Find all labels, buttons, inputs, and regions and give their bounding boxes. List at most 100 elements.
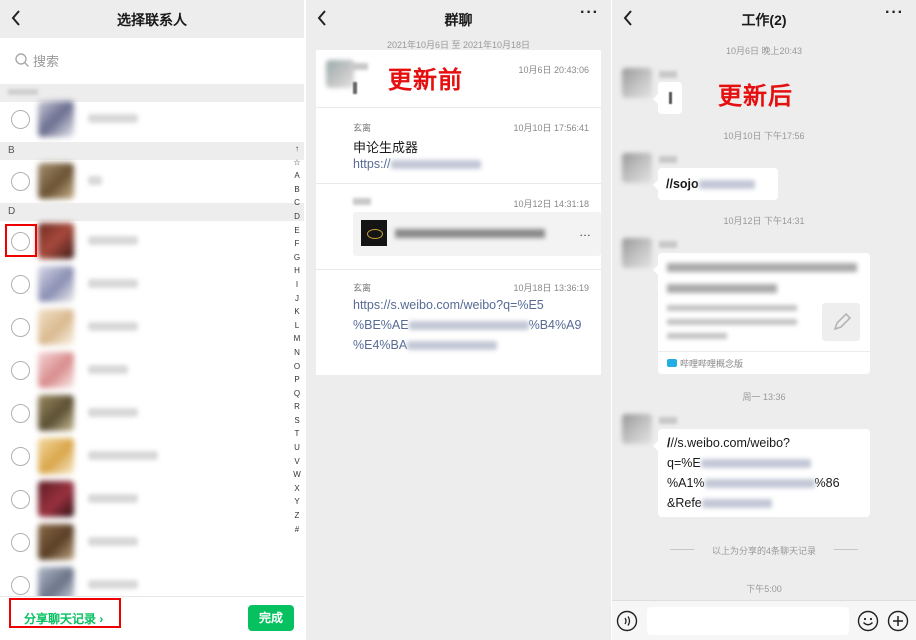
avatar [622, 238, 652, 268]
chat-record-header: 群聊 ··· [306, 0, 611, 38]
index-letter[interactable]: K [290, 305, 304, 319]
message-bubble[interactable]: //sojo [653, 168, 778, 200]
avatar [38, 266, 74, 302]
select-radio[interactable] [11, 318, 30, 337]
contact-name [88, 322, 138, 331]
select-radio[interactable] [11, 490, 30, 509]
message-bubble[interactable]: ///s.weibo.com/weibo? q=%E %A1% %86 &Refe [653, 429, 870, 517]
index-letter[interactable]: ↑ [290, 142, 304, 156]
page-title: 选择联系人 [117, 12, 187, 28]
chat-record-item: 玄离 10月10日 17:56:41 申论生成器 https:// [316, 108, 601, 184]
index-letter[interactable]: # [290, 523, 304, 537]
record-time: 10月10日 17:56:41 [513, 123, 589, 133]
index-letter[interactable]: Q [290, 387, 304, 401]
bilibili-icon [667, 359, 677, 367]
more-icon[interactable]: ··· [580, 4, 599, 22]
select-radio[interactable] [11, 110, 30, 129]
card-source: 哔哩哔哩概念版 [680, 359, 744, 369]
index-letter[interactable]: E [290, 224, 304, 238]
index-letter[interactable]: Z [290, 509, 304, 523]
avatar [38, 309, 74, 345]
list-item[interactable] [0, 263, 304, 306]
avatar [38, 524, 74, 560]
record-link[interactable]: https://s.weibo.com/weibo?q=%E5 %BE%AE %B… [353, 295, 593, 355]
select-radio[interactable] [11, 533, 30, 552]
voice-icon[interactable] [616, 610, 638, 632]
index-letter[interactable]: R [290, 400, 304, 414]
index-letter[interactable]: G [290, 251, 304, 265]
highlight-box [9, 598, 121, 628]
link-card[interactable]: … [353, 212, 601, 256]
index-letter[interactable]: X [290, 482, 304, 496]
index-letter[interactable]: F [290, 237, 304, 251]
more-icon[interactable]: ··· [885, 4, 904, 22]
index-letter[interactable]: B [290, 183, 304, 197]
list-item[interactable] [0, 521, 304, 564]
annotation-label: 更新前 [388, 67, 463, 94]
select-radio[interactable] [11, 447, 30, 466]
list-item[interactable] [0, 435, 304, 478]
contact-name [88, 537, 138, 546]
message-input[interactable] [647, 607, 849, 635]
index-letter[interactable]: A [290, 169, 304, 183]
select-radio[interactable] [11, 404, 30, 423]
chat-panel-after: 工作(2) ··· 10月6日 晚上20:43 更新后 10月10日 下午17:… [612, 0, 916, 640]
emoji-icon[interactable] [857, 610, 879, 632]
index-letter[interactable]: T [290, 427, 304, 441]
contact-name [88, 114, 138, 123]
chat-record-item: 玄离 10月18日 13:36:19 https://s.weibo.com/w… [316, 270, 601, 375]
alphabet-index[interactable]: ↑ ☆ A B C D E F G H I J K L M N O P Q R … [290, 142, 304, 536]
contact-name [88, 279, 138, 288]
select-radio[interactable] [11, 361, 30, 380]
highlight-box [5, 224, 37, 257]
avatar [38, 481, 74, 517]
list-item[interactable] [0, 98, 304, 141]
record-time: 10月6日 20:43:06 [518, 65, 589, 75]
select-radio[interactable] [11, 172, 30, 191]
index-letter[interactable]: J [290, 292, 304, 306]
index-letter[interactable]: L [290, 319, 304, 333]
avatar [38, 395, 74, 431]
index-letter[interactable]: W [290, 468, 304, 482]
contact-picker-header: 选择联系人 [0, 0, 304, 38]
list-item[interactable] [0, 349, 304, 392]
contact-name [88, 494, 138, 503]
sender-name [659, 417, 677, 424]
contact-name [88, 176, 102, 185]
record-link[interactable]: https:// [353, 154, 481, 174]
timestamp: 周一 13:36 [742, 392, 786, 402]
link-card-message[interactable]: 哔哩哔哩概念版 [653, 253, 870, 374]
index-letter[interactable]: U [290, 441, 304, 455]
index-letter[interactable]: S [290, 414, 304, 428]
index-letter[interactable]: I [290, 278, 304, 292]
plus-icon[interactable] [887, 610, 909, 632]
avatar [38, 101, 74, 137]
message-bubble[interactable] [653, 82, 682, 114]
record-content [353, 82, 357, 94]
index-letter[interactable]: D [290, 210, 304, 224]
section-header-d: D [0, 203, 304, 221]
list-item[interactable] [0, 220, 304, 263]
list-item[interactable] [0, 160, 304, 203]
search-input[interactable]: 搜索 [0, 38, 304, 84]
card-title [395, 229, 545, 238]
index-letter[interactable]: N [290, 346, 304, 360]
index-letter[interactable]: Y [290, 495, 304, 509]
list-item[interactable] [0, 478, 304, 521]
index-letter[interactable]: P [290, 373, 304, 387]
select-radio[interactable] [11, 275, 30, 294]
index-letter[interactable]: H [290, 264, 304, 278]
index-letter[interactable]: O [290, 360, 304, 374]
contact-name [88, 236, 138, 245]
index-letter[interactable]: V [290, 455, 304, 469]
index-letter[interactable]: C [290, 196, 304, 210]
list-item[interactable] [0, 306, 304, 349]
sender-name [659, 156, 677, 163]
record-sender: 玄离 [353, 123, 372, 133]
index-letter[interactable]: ☆ [290, 156, 304, 170]
list-item[interactable] [0, 392, 304, 435]
index-letter[interactable]: M [290, 332, 304, 346]
done-button[interactable]: 完成 [248, 605, 294, 631]
record-sender [353, 198, 371, 205]
select-radio[interactable] [11, 576, 30, 595]
